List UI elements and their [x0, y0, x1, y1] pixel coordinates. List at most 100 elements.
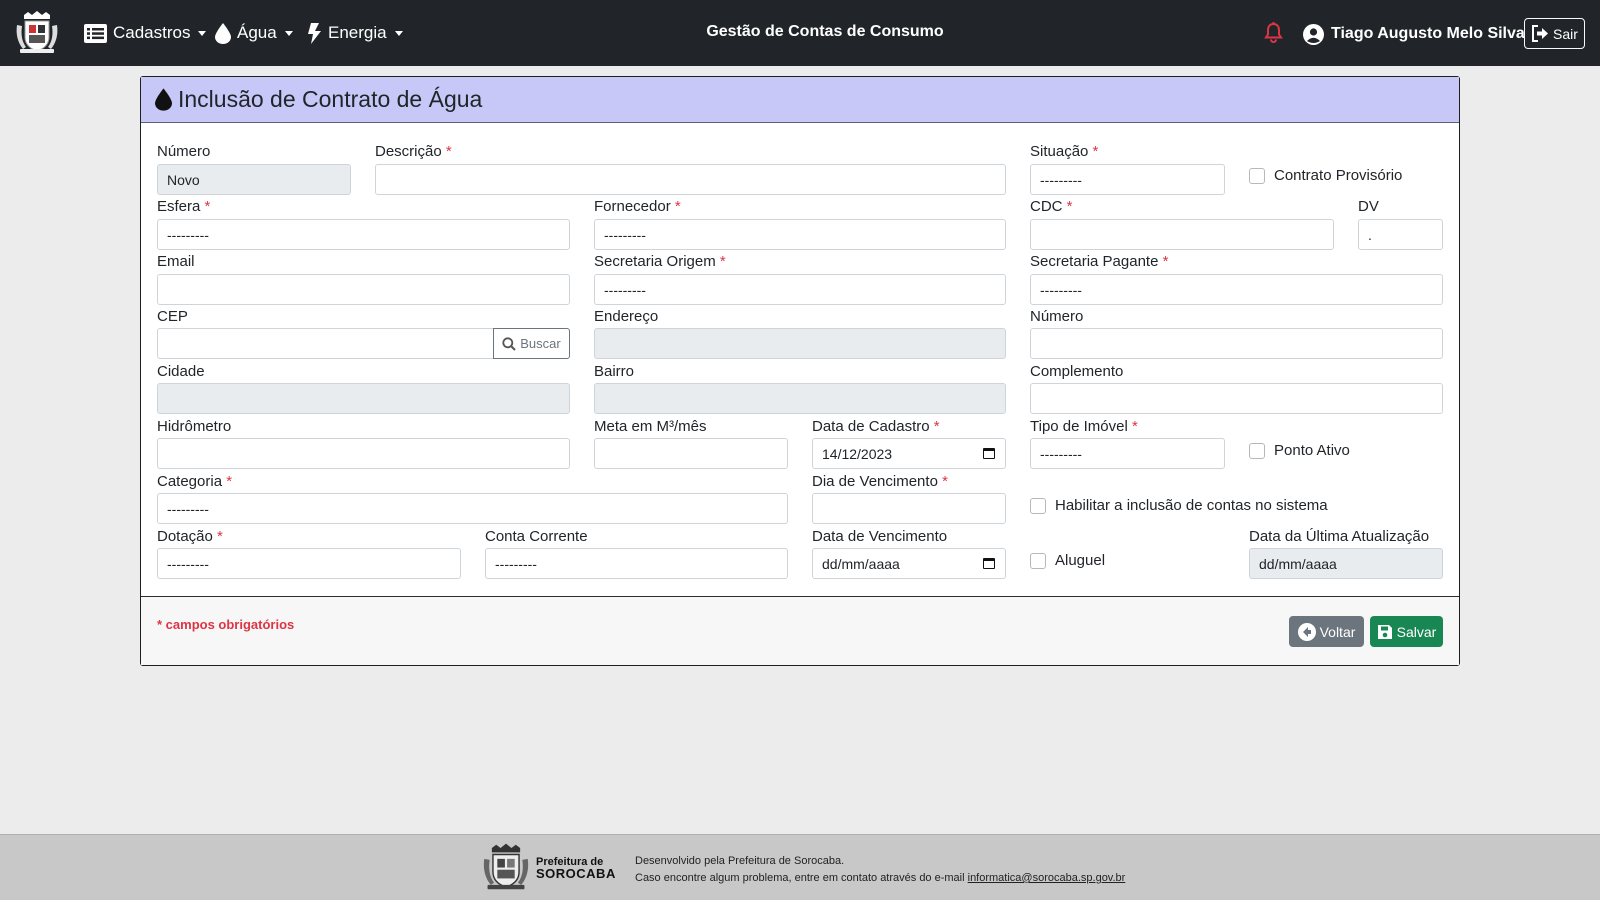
- support-email-link[interactable]: informatica@sorocaba.sp.gov.br: [968, 872, 1126, 884]
- calendar-icon[interactable]: [983, 448, 995, 459]
- water-drop-icon: [155, 88, 172, 111]
- label-text: Tipo de Imóvel: [1030, 418, 1128, 435]
- esfera-select[interactable]: ---------: [157, 219, 570, 250]
- cep-input[interactable]: [157, 328, 494, 359]
- required-marker: *: [217, 528, 223, 545]
- categoria-label: Categoria *: [157, 473, 232, 490]
- top-navbar: Cadastros Água Energia Gestão de Contas …: [0, 0, 1600, 66]
- email-input[interactable]: [157, 274, 570, 305]
- required-marker: *: [674, 198, 681, 215]
- secretaria-origem-label: Secretaria Origem *: [594, 253, 726, 270]
- meta-label: Meta em M³/mês: [594, 418, 707, 435]
- checkbox-box[interactable]: [1249, 442, 1265, 459]
- hidrometro-input[interactable]: [157, 438, 570, 469]
- back-label: Voltar: [1319, 623, 1356, 640]
- contrato-provisorio-checkbox[interactable]: Contrato Provisório: [1249, 167, 1402, 184]
- logout-button[interactable]: Sair: [1524, 18, 1585, 49]
- footer-contact: Caso encontre algum problema, entre em c…: [635, 870, 1125, 887]
- data-cadastro-input[interactable]: 14/12/2023: [812, 438, 1006, 469]
- ponto-ativo-checkbox[interactable]: Ponto Ativo: [1249, 442, 1350, 459]
- cidade-field: [157, 383, 570, 414]
- ultima-atualizacao-label: Data da Última Atualização: [1249, 528, 1430, 545]
- numero-endereco-label: Número: [1030, 308, 1084, 325]
- dia-vencimento-label: Dia de Vencimento *: [812, 473, 948, 490]
- arrow-left-circle-icon: [1297, 622, 1316, 641]
- label-text: Categoria: [157, 473, 223, 490]
- data-vencimento-label: Data de Vencimento: [812, 528, 948, 545]
- aluguel-checkbox[interactable]: Aluguel: [1030, 552, 1105, 569]
- conta-corrente-label: Conta Corrente: [485, 528, 588, 545]
- esfera-label: Esfera *: [157, 198, 210, 215]
- bairro-label: Bairro: [594, 363, 635, 380]
- user-menu[interactable]: Tiago Augusto Melo Silva: [1303, 22, 1525, 46]
- label-text: Fornecedor: [594, 198, 671, 215]
- required-marker: *: [1066, 198, 1073, 215]
- complemento-label: Complemento: [1030, 363, 1124, 380]
- habilitar-contas-checkbox[interactable]: Habilitar a inclusão de contas no sistem…: [1030, 497, 1328, 514]
- page-footer: Prefeitura de SOROCABA Desenvolvido pela…: [0, 834, 1600, 900]
- required-marker: *: [204, 198, 211, 215]
- dia-vencimento-input[interactable]: [812, 493, 1006, 524]
- endereco-label: Endereço: [594, 308, 659, 325]
- brand-line-2: SOROCABA: [536, 866, 616, 881]
- required-marker: *: [1092, 143, 1099, 160]
- data-cadastro-label: Data de Cadastro *: [812, 418, 940, 435]
- footer-brand: Prefeitura de SOROCABA: [536, 857, 616, 881]
- data-vencimento-input[interactable]: dd/mm/aaaa: [812, 548, 1006, 579]
- footer-text: Desenvolvido pela Prefeitura de Sorocaba…: [635, 853, 1125, 887]
- save-label: Salvar: [1396, 623, 1437, 640]
- page-title: Inclusão de Contrato de Água: [178, 86, 483, 112]
- dotacao-select[interactable]: ---------: [157, 548, 461, 579]
- card-footer: * campos obrigatórios: [141, 596, 1459, 665]
- sign-out-icon: [1532, 25, 1549, 42]
- checkbox-label: Aluguel: [1055, 552, 1106, 569]
- label-text: Esfera: [157, 198, 201, 215]
- notification-bell-icon[interactable]: [1264, 22, 1283, 43]
- label-text: Descrição: [375, 143, 442, 160]
- checkbox-label: Contrato Provisório: [1274, 167, 1403, 184]
- secretaria-pagante-label: Secretaria Pagante *: [1030, 253, 1168, 270]
- cdc-input[interactable]: [1030, 219, 1334, 250]
- checkbox-box[interactable]: [1030, 497, 1046, 514]
- required-marker: *: [226, 473, 233, 490]
- conta-corrente-select[interactable]: ---------: [485, 548, 788, 579]
- dv-label: DV: [1358, 198, 1379, 215]
- contact-text: Caso encontre algum problema, entre em c…: [635, 872, 965, 884]
- checkbox-box[interactable]: [1030, 552, 1046, 569]
- label-text: CDC: [1030, 198, 1063, 215]
- situacao-select[interactable]: ---------: [1030, 164, 1225, 195]
- required-fields-note: * campos obrigatórios: [157, 617, 295, 632]
- label-text: Situação: [1030, 143, 1089, 160]
- buscar-cep-button[interactable]: Buscar: [493, 328, 570, 359]
- label-text: Data de Cadastro: [812, 418, 930, 435]
- checkbox-label: Habilitar a inclusão de contas no sistem…: [1055, 497, 1328, 514]
- secretaria-pagante-select[interactable]: ---------: [1030, 274, 1443, 305]
- complemento-input[interactable]: [1030, 383, 1443, 414]
- required-marker: *: [933, 418, 940, 435]
- search-icon: [502, 336, 516, 351]
- cdc-label: CDC *: [1030, 198, 1073, 215]
- save-button[interactable]: Salvar: [1370, 616, 1443, 647]
- label-text: Secretaria Pagante: [1030, 253, 1159, 270]
- numero-endereco-input[interactable]: [1030, 328, 1443, 359]
- required-marker: *: [1132, 418, 1138, 435]
- required-marker: *: [1162, 253, 1169, 270]
- user-avatar-icon: [1303, 23, 1324, 45]
- checkbox-box[interactable]: [1249, 167, 1265, 184]
- descricao-input[interactable]: [375, 164, 1006, 195]
- checkbox-label: Ponto Ativo: [1274, 442, 1350, 459]
- back-button[interactable]: Voltar: [1289, 616, 1364, 647]
- calendar-icon[interactable]: [983, 558, 995, 569]
- fornecedor-select[interactable]: ---------: [594, 219, 1006, 250]
- tipo-imovel-select[interactable]: ---------: [1030, 438, 1225, 469]
- dotacao-label: Dotação *: [157, 528, 223, 545]
- secretaria-origem-select[interactable]: ---------: [594, 274, 1006, 305]
- dv-input[interactable]: .: [1358, 219, 1443, 250]
- required-marker: *: [445, 143, 452, 160]
- numero-field: Novo: [157, 164, 351, 195]
- numero-label: Número: [157, 143, 211, 160]
- meta-input[interactable]: [594, 438, 788, 469]
- situacao-label: Situação *: [1030, 143, 1098, 160]
- categoria-select[interactable]: ---------: [157, 493, 788, 524]
- required-marker: *: [942, 473, 948, 490]
